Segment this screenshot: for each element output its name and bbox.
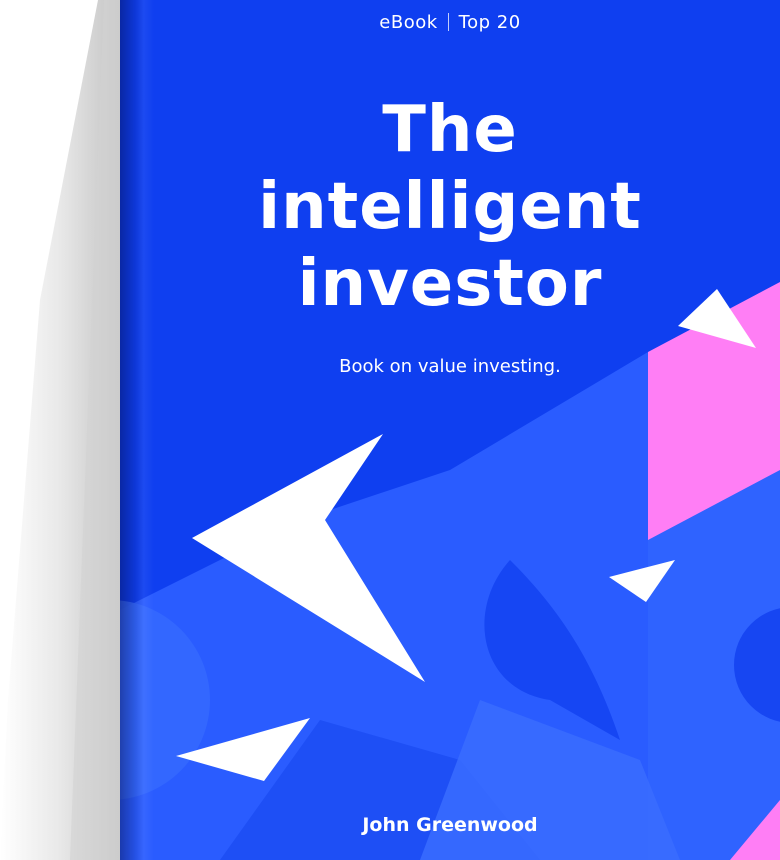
book-mockup: eBook Top 20 The intelligent investor Boo… [0, 0, 780, 860]
cover-header: eBook Top 20 [120, 12, 780, 33]
title-line-1: The [382, 93, 518, 167]
format-label: eBook [379, 12, 438, 33]
ranking-label: Top 20 [458, 12, 521, 33]
title-line-3: investor [297, 247, 603, 321]
book-title: The intelligent investor [120, 92, 780, 323]
book-page-edges [0, 0, 130, 860]
book-subtitle: Book on value investing. [339, 356, 561, 377]
title-line-2: intelligent [258, 170, 642, 244]
header-divider [447, 13, 449, 31]
book-cover: eBook Top 20 The intelligent investor Boo… [120, 0, 780, 860]
book-author: John Greenwood [362, 814, 538, 836]
